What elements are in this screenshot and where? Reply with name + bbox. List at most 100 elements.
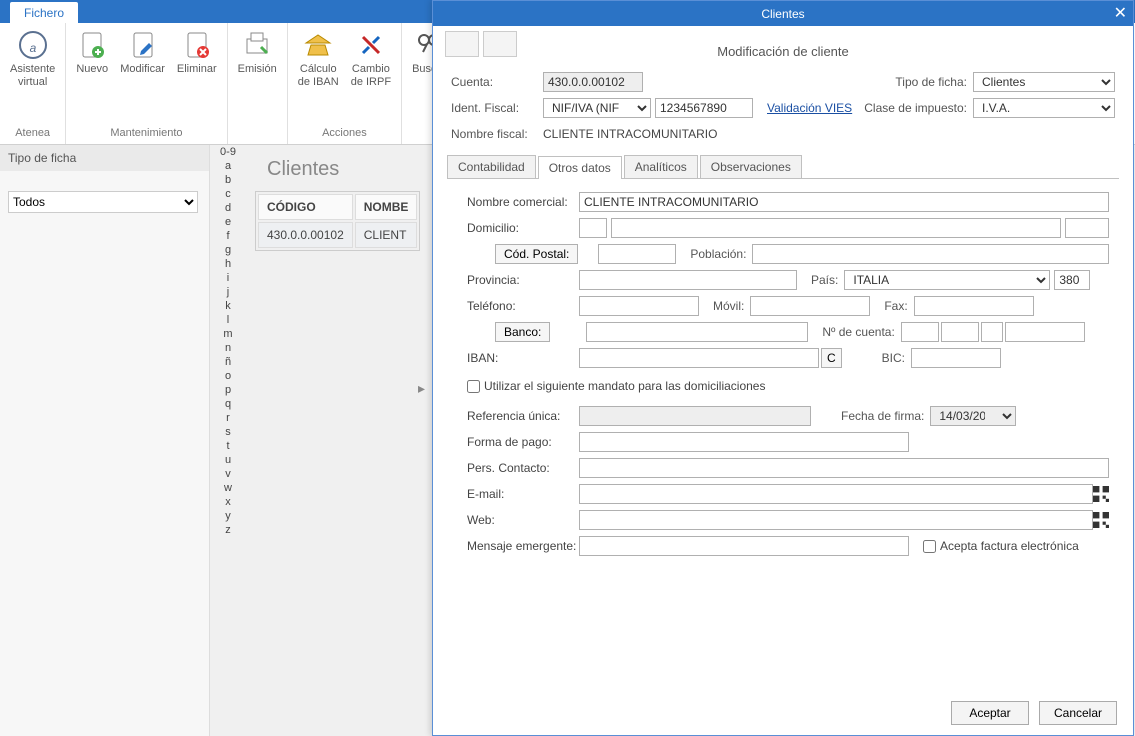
ident-num-field[interactable] (655, 98, 753, 118)
ident-type-select[interactable]: NIF/IVA (NIF opera (543, 98, 651, 118)
index-o[interactable]: o (213, 369, 243, 383)
index-n[interactable]: n (213, 341, 243, 355)
emision-button[interactable]: Emisión (232, 27, 283, 78)
cell-name: CLIENT (355, 222, 418, 248)
cp-field[interactable] (598, 244, 676, 264)
provincia-field[interactable] (579, 270, 797, 290)
index-z[interactable]: z (213, 523, 243, 537)
index-s[interactable]: s (213, 425, 243, 439)
pais-code-field[interactable] (1054, 270, 1090, 290)
forma-pago-field[interactable] (579, 432, 909, 452)
movil-field[interactable] (750, 296, 870, 316)
clientes-grid[interactable]: CÓDIGONOMBE 430.0.0.00102CLIENT (255, 191, 420, 251)
collapse-caret-icon[interactable]: ▸ (418, 380, 425, 397)
nombre-fiscal-lbl: Nombre fiscal: (451, 127, 543, 141)
tab-otros-datos[interactable]: Otros datos (538, 156, 622, 179)
provincia-lbl: Provincia: (467, 273, 579, 287)
nc4[interactable] (1005, 322, 1085, 342)
index-y[interactable]: y (213, 509, 243, 523)
index-g[interactable]: g (213, 243, 243, 257)
index-p[interactable]: p (213, 383, 243, 397)
nuevo-button[interactable]: Nuevo (70, 27, 114, 78)
nombre-com-lbl: Nombre comercial: (467, 195, 579, 209)
pais-select[interactable]: ITALIA (844, 270, 1050, 290)
telefono-field[interactable] (579, 296, 699, 316)
clase-imp-select[interactable]: I.V.A. (973, 98, 1115, 118)
index-e[interactable]: e (213, 215, 243, 229)
nc2[interactable] (941, 322, 979, 342)
index-j[interactable]: j (213, 285, 243, 299)
fax-field[interactable] (914, 296, 1034, 316)
bic-field[interactable] (911, 348, 1001, 368)
tab-contabilidad[interactable]: Contabilidad (447, 155, 536, 178)
ref-field[interactable] (579, 406, 811, 426)
index-ñ[interactable]: ñ (213, 355, 243, 369)
header-thumb-icons (445, 31, 517, 57)
tab-fichero[interactable]: Fichero (10, 2, 78, 23)
tab-header: ContabilidadOtros datosAnalíticosObserva… (447, 155, 1119, 179)
nc3[interactable] (981, 322, 1003, 342)
index-w[interactable]: w (213, 481, 243, 495)
nc1[interactable] (901, 322, 939, 342)
index-t[interactable]: t (213, 439, 243, 453)
qr-icon[interactable] (1093, 486, 1109, 502)
thumb-image-icon[interactable] (445, 31, 479, 57)
banco-button[interactable]: Banco: (495, 322, 550, 342)
acepta-factura-checkbox[interactable] (923, 540, 936, 553)
index-u[interactable]: u (213, 453, 243, 467)
index-f[interactable]: f (213, 229, 243, 243)
index-x[interactable]: x (213, 495, 243, 509)
col-codigo[interactable]: CÓDIGO (258, 194, 353, 220)
pers-field[interactable] (579, 458, 1109, 478)
calculo-iban-button[interactable]: Cálculo de IBAN (292, 27, 345, 91)
nombre-com-field[interactable] (579, 192, 1109, 212)
aceptar-button[interactable]: Aceptar (951, 701, 1029, 725)
validacion-vies-link[interactable]: Validación VIES (767, 101, 852, 115)
iban-calc-button[interactable]: C (821, 348, 842, 368)
index-l[interactable]: l (213, 313, 243, 327)
web-field[interactable] (579, 510, 1093, 530)
tipo-ficha-field[interactable]: Clientes (973, 72, 1115, 92)
qr-icon[interactable] (1093, 512, 1109, 528)
index-i[interactable]: i (213, 271, 243, 285)
index-0-9[interactable]: 0-9 (213, 145, 243, 159)
tab-control: ContabilidadOtros datosAnalíticosObserva… (447, 155, 1119, 557)
cambio-irpf-button[interactable]: Cambio de IRPF (345, 27, 397, 91)
cuenta-field[interactable] (543, 72, 643, 92)
email-field[interactable] (579, 484, 1093, 504)
index-h[interactable]: h (213, 257, 243, 271)
asistente-virtual-button[interactable]: a Asistente virtual (4, 27, 61, 91)
iban-field[interactable] (579, 348, 819, 368)
index-v[interactable]: v (213, 467, 243, 481)
table-row[interactable]: 430.0.0.00102CLIENT (258, 222, 417, 248)
fecha-firma-field[interactable]: 14/03/2023 (930, 406, 1016, 426)
thumb-list-icon[interactable] (483, 31, 517, 57)
dialog-titlebar: Clientes ✕ (433, 1, 1133, 26)
mandato-checkbox[interactable] (467, 380, 480, 393)
tab-observaciones[interactable]: Observaciones (700, 155, 802, 178)
banco-field[interactable] (586, 322, 808, 342)
domicilio-field[interactable] (611, 218, 1061, 238)
index-a[interactable]: a (213, 159, 243, 173)
index-k[interactable]: k (213, 299, 243, 313)
mensaje-field[interactable] (579, 536, 909, 556)
poblacion-field[interactable] (752, 244, 1109, 264)
eliminar-button[interactable]: Eliminar (171, 27, 223, 78)
close-icon[interactable]: ✕ (1114, 3, 1127, 23)
asistente-label: Asistente virtual (10, 63, 55, 89)
cancelar-button[interactable]: Cancelar (1039, 701, 1117, 725)
iban-label: Cálculo de IBAN (298, 63, 339, 89)
domicilio-tipo-field[interactable] (579, 218, 607, 238)
cod-postal-button[interactable]: Cód. Postal: (495, 244, 578, 264)
tab-analíticos[interactable]: Analíticos (624, 155, 698, 178)
domicilio-num-field[interactable] (1065, 218, 1109, 238)
col-nombre[interactable]: NOMBE (355, 194, 418, 220)
index-m[interactable]: m (213, 327, 243, 341)
index-c[interactable]: c (213, 187, 243, 201)
index-d[interactable]: d (213, 201, 243, 215)
index-r[interactable]: r (213, 411, 243, 425)
index-q[interactable]: q (213, 397, 243, 411)
modificar-button[interactable]: Modificar (114, 27, 171, 78)
tipo-ficha-select[interactable]: Todos (8, 191, 198, 213)
index-b[interactable]: b (213, 173, 243, 187)
